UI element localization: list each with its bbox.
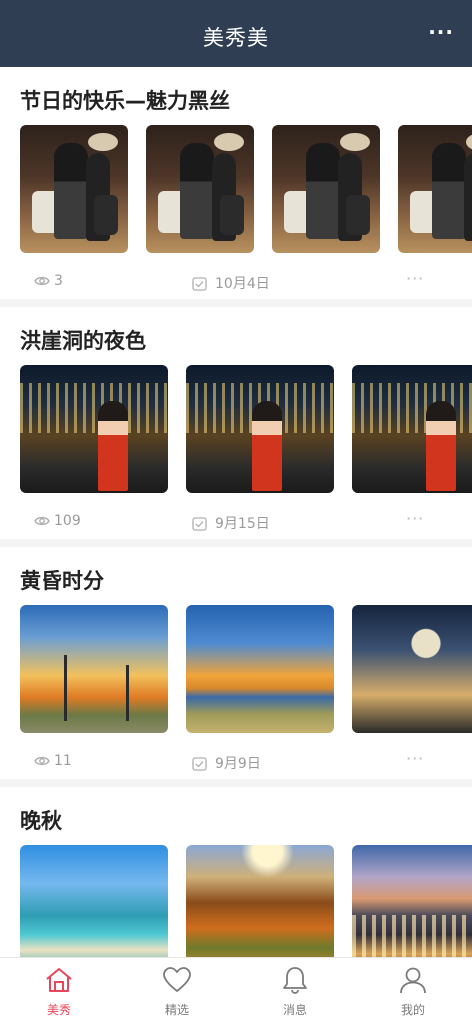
tab-label: 消息 bbox=[282, 1003, 307, 1017]
album-title[interactable]: 黄昏时分 bbox=[20, 565, 104, 595]
publish-date: 9月15日 bbox=[192, 513, 270, 533]
tab-label: 美秀 bbox=[46, 1003, 71, 1017]
photo-strip[interactable] bbox=[20, 365, 472, 493]
person-icon bbox=[400, 967, 426, 994]
photo-thumbnail[interactable] bbox=[20, 365, 168, 493]
album-meta: 3 10月4日 ··· bbox=[0, 269, 472, 293]
date-value: 9月9日 bbox=[215, 756, 261, 772]
view-count: 11 bbox=[34, 753, 72, 769]
tab-label: 我的 bbox=[400, 1003, 425, 1017]
album-title[interactable]: 晚秋 bbox=[20, 805, 62, 835]
photo-strip[interactable] bbox=[20, 125, 472, 253]
photo-thumbnail[interactable] bbox=[20, 605, 168, 733]
photo-thumbnail[interactable] bbox=[398, 125, 472, 253]
photo-thumbnail[interactable] bbox=[20, 845, 168, 957]
photo-thumbnail[interactable] bbox=[146, 125, 255, 253]
more-options-button[interactable]: ··· bbox=[406, 509, 424, 528]
photo-thumbnail[interactable] bbox=[352, 365, 472, 493]
photo-thumbnail[interactable] bbox=[20, 125, 128, 253]
header: 美秀美 ··· bbox=[0, 0, 472, 67]
eye-icon bbox=[34, 516, 50, 526]
tab-featured[interactable]: 精选 bbox=[118, 958, 236, 1024]
date-value: 10月4日 bbox=[215, 276, 270, 292]
tab-messages[interactable]: 消息 bbox=[236, 958, 354, 1024]
view-count-value: 109 bbox=[54, 513, 81, 529]
publish-date: 9月9日 bbox=[192, 753, 261, 773]
tab-profile[interactable]: 我的 bbox=[354, 958, 472, 1024]
more-options-button[interactable]: ··· bbox=[406, 269, 424, 288]
view-count-value: 11 bbox=[54, 753, 72, 769]
photo-thumbnail[interactable] bbox=[186, 605, 335, 733]
bottom-tab-bar: 美秀 精选 消息 我的 bbox=[0, 957, 472, 1024]
page-title: 美秀美 bbox=[203, 26, 269, 50]
album-feed[interactable]: 节日的快乐—魅力黑丝 3 10月4日 ··· 洪崖洞的夜色 109 9月15日 … bbox=[0, 67, 472, 957]
photo-thumbnail[interactable] bbox=[186, 365, 335, 493]
tab-label: 精选 bbox=[164, 1003, 189, 1017]
view-count: 109 bbox=[34, 513, 81, 529]
calendar-check-icon bbox=[192, 276, 207, 291]
photo-thumbnail[interactable] bbox=[352, 845, 472, 957]
home-icon bbox=[46, 968, 72, 992]
publish-date: 10月4日 bbox=[192, 273, 270, 293]
photo-thumbnail[interactable] bbox=[272, 125, 381, 253]
more-menu-button[interactable]: ··· bbox=[428, 20, 454, 44]
photo-thumbnail[interactable] bbox=[186, 845, 335, 957]
album-section[interactable]: 洪崖洞的夜色 109 9月15日 ··· bbox=[0, 307, 472, 547]
photo-thumbnail[interactable] bbox=[352, 605, 472, 733]
calendar-check-icon bbox=[192, 756, 207, 771]
album-section[interactable]: 黄昏时分 11 9月9日 ··· bbox=[0, 547, 472, 787]
calendar-check-icon bbox=[192, 516, 207, 531]
photo-strip[interactable] bbox=[20, 605, 472, 733]
eye-icon bbox=[34, 756, 50, 766]
more-options-button[interactable]: ··· bbox=[406, 749, 424, 768]
bell-icon bbox=[283, 967, 307, 994]
view-count: 3 bbox=[34, 273, 63, 289]
album-meta: 11 9月9日 ··· bbox=[0, 749, 472, 773]
heart-icon bbox=[163, 967, 191, 993]
eye-icon bbox=[34, 276, 50, 286]
album-section[interactable]: 节日的快乐—魅力黑丝 3 10月4日 ··· bbox=[0, 67, 472, 307]
album-title[interactable]: 节日的快乐—魅力黑丝 bbox=[20, 85, 230, 115]
album-meta: 109 9月15日 ··· bbox=[0, 509, 472, 533]
date-value: 9月15日 bbox=[215, 516, 270, 532]
tab-home[interactable]: 美秀 bbox=[0, 958, 118, 1024]
album-title[interactable]: 洪崖洞的夜色 bbox=[20, 325, 146, 355]
view-count-value: 3 bbox=[54, 273, 63, 289]
album-section[interactable]: 晚秋 bbox=[0, 787, 472, 957]
photo-strip[interactable] bbox=[20, 845, 472, 957]
